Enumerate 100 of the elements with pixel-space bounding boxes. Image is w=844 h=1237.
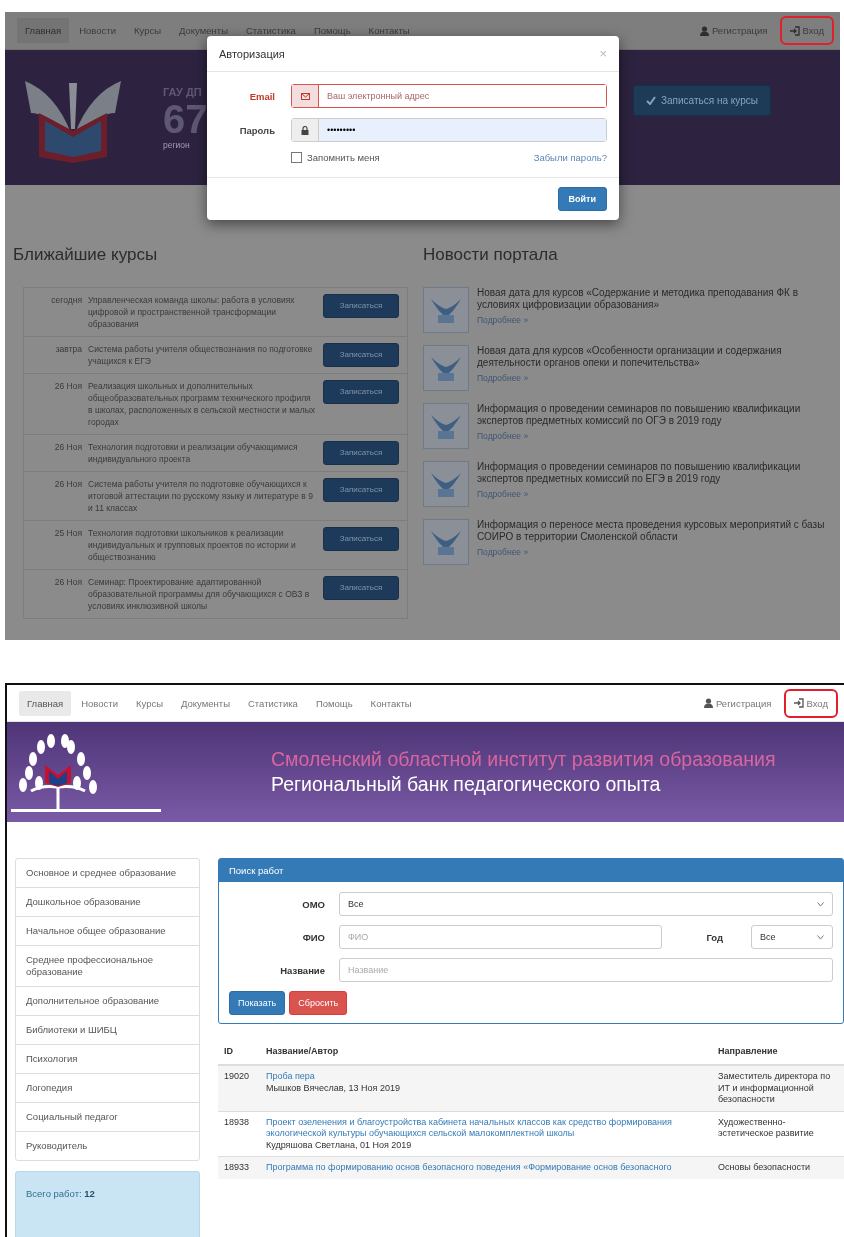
login-link[interactable]: Вход <box>781 18 832 43</box>
register-link[interactable]: Регистрация <box>691 18 776 43</box>
input-field[interactable]: ФИО <box>339 925 663 949</box>
category-link[interactable]: Психология <box>16 1044 199 1073</box>
panel-header: Поиск работ <box>219 859 843 882</box>
modal-title: Авторизация <box>219 47 285 60</box>
table-cell: 19020 <box>218 1065 260 1111</box>
work-title-link[interactable]: Проект озеленения и благоустройства кабинета начальных классов как средство формирования экологической культуры обучающихся сельской малокомплектной школы <box>266 1116 706 1140</box>
more-link[interactable]: Подробнее » <box>477 315 830 327</box>
enroll-button[interactable]: Записаться <box>323 294 399 318</box>
course-date: 26 Ноя <box>53 478 82 490</box>
section-heading: Новости портала <box>423 245 559 265</box>
login-icon <box>793 698 804 708</box>
enroll-button[interactable]: Записаться <box>323 380 399 404</box>
caret-icon <box>817 934 824 940</box>
table-cell: Заместитель директора по ИТ и информационной безопасности <box>712 1065 844 1111</box>
register-link[interactable]: Регистрация <box>695 690 780 716</box>
nav-link[interactable]: Документы <box>171 18 236 43</box>
course-date: завтра <box>54 343 82 355</box>
show-button[interactable]: Показать <box>229 991 286 1015</box>
category-link[interactable]: Основное и среднее образование <box>16 859 199 887</box>
signup-button[interactable]: Записаться на курсы <box>633 85 771 116</box>
enroll-button[interactable]: Записаться <box>323 576 399 600</box>
course-title: Система работы учителя по подготовке обучающихся к итоговой аттестации по русскому языку и литературе в 9 и 11 классах <box>88 478 314 514</box>
news-title: Информация о проведении семинаров по повышению квалификации экспертов предметных комиссий по ОГЭ в 2019 году <box>477 403 802 426</box>
nav-link[interactable]: Документы <box>173 690 238 716</box>
category-link[interactable]: Дополнительное образование <box>16 986 199 1015</box>
course-title: Управленческая команда школы: работа в условиях цифровой и пространственной трансформации образования <box>88 294 296 330</box>
email-label: Email <box>248 90 276 102</box>
banner-title: Смоленский областной институт развития образования <box>271 748 776 771</box>
nav-link[interactable]: Новости <box>71 18 124 43</box>
work-title-link[interactable]: Проба пера <box>266 1071 706 1083</box>
enroll-button[interactable]: Записаться <box>323 343 399 367</box>
news-title: Новая дата для курсов «Содержание и методика преподавания ФК в условиях цифровизации образования» <box>477 287 799 310</box>
course-date: сегодня <box>50 294 82 306</box>
login-icon <box>789 25 800 36</box>
check-icon <box>646 96 656 105</box>
input-field[interactable]: Название <box>339 958 833 982</box>
category-link[interactable]: Библиотеки и ШИБЦ <box>16 1015 199 1044</box>
work-author: Кудряшова Светлана, 01 Ноя 2019 <box>266 1139 412 1150</box>
course-title: Технология подготовки и реализации обучающимися индивидуального проекта <box>88 441 299 465</box>
region-caption: регион <box>163 139 191 150</box>
course-date: 26 Ноя <box>53 441 82 453</box>
user-icon <box>699 25 709 36</box>
login-link[interactable]: Вход <box>785 690 836 716</box>
nav-link[interactable]: Контакты <box>362 690 420 716</box>
nav-link[interactable]: Статистика <box>240 690 306 716</box>
course-date: 25 Ноя <box>53 527 82 539</box>
category-link[interactable]: Среднее профессиональное образование <box>16 945 199 986</box>
category-link[interactable]: Дошкольное образование <box>16 887 199 916</box>
category-link[interactable]: Логопедия <box>16 1073 199 1102</box>
work-author: Мышков Вячеслав, 13 Ноя 2019 <box>266 1082 400 1093</box>
more-link[interactable]: Подробнее » <box>477 489 830 501</box>
table-cell: Основы безопасности <box>712 1156 844 1179</box>
nav-link[interactable]: Новости <box>73 690 126 716</box>
select-value: Все <box>348 899 364 909</box>
lock-icon <box>301 125 309 135</box>
password-field[interactable]: ••••••••• <box>291 118 607 142</box>
table-cell: 18933 <box>218 1156 260 1179</box>
enroll-button[interactable]: Записаться <box>323 527 399 551</box>
password-label: Пароль <box>238 124 276 136</box>
category-link[interactable]: Социальный педагог <box>16 1102 199 1131</box>
reset-button[interactable]: Сбросить <box>289 991 348 1015</box>
nav-link[interactable]: Главная <box>19 690 72 716</box>
caret-icon <box>817 901 824 907</box>
category-link[interactable]: Руководитель <box>16 1131 199 1160</box>
select-value: Все <box>760 932 776 942</box>
nav-link[interactable]: Помощь <box>307 690 361 716</box>
section-heading: Ближайшие курсы <box>13 245 159 265</box>
checkbox-label: Запомнить меня <box>307 152 380 163</box>
enroll-button[interactable]: Записаться <box>323 478 399 502</box>
course-title: Семинар: Проектирование адаптированной образовательной программы для обучающихся с ОВЗ в условиях инклюзивной школы <box>88 576 311 612</box>
course-title: Система работы учителя обществознания по подготовке учащихся к ЕГЭ <box>88 343 314 367</box>
total-works: Всего работ: 12 <box>15 1171 200 1237</box>
nav-link[interactable]: Курсы <box>125 18 169 43</box>
course-title: Технология подготовки школьников к реализации индивидуальных и групповых проектов по истории и обществознанию <box>88 527 297 563</box>
user-icon <box>703 698 713 708</box>
enroll-button[interactable]: Записаться <box>323 441 399 465</box>
banner-subtitle: Региональный банк педагогического опыта <box>271 773 662 796</box>
nav-link[interactable]: Главная <box>17 18 70 43</box>
course-date: 26 Ноя <box>53 576 82 588</box>
login-button[interactable]: Войти <box>557 187 607 211</box>
field-label: Название <box>279 964 325 976</box>
course-title: Реализация школьных и дополнительных общеобразовательных программ технического профиля в школах, расположенных в сельской местности и малых городах <box>88 380 317 428</box>
more-link[interactable]: Подробнее » <box>477 547 830 559</box>
email-field[interactable]: Ваш электронный адрес <box>291 84 607 108</box>
news-title: Информация о переносе места проведения курсовых мероприятий с базы СОИРО в территории Смоленской области <box>477 519 826 542</box>
more-link[interactable]: Подробнее » <box>477 431 830 443</box>
nav-link[interactable]: Курсы <box>127 690 171 716</box>
checkbox[interactable] <box>291 152 302 163</box>
select-field[interactable]: Все <box>751 925 833 949</box>
select-field[interactable]: Все <box>339 892 833 916</box>
field-label: ФИО <box>301 931 325 943</box>
envelope-icon <box>300 92 310 100</box>
news-title: Информация о проведении семинаров по повышению квалификации экспертов предметных комиссий по ЕГЭ в 2019 году <box>477 461 802 484</box>
field-label: ОМО <box>301 898 325 910</box>
category-link[interactable]: Начальное общее образование <box>16 916 199 945</box>
forgot-password-link[interactable]: Забыли пароль? <box>533 152 607 163</box>
course-date: 26 Ноя <box>53 380 82 392</box>
more-link[interactable]: Подробнее » <box>477 373 830 385</box>
